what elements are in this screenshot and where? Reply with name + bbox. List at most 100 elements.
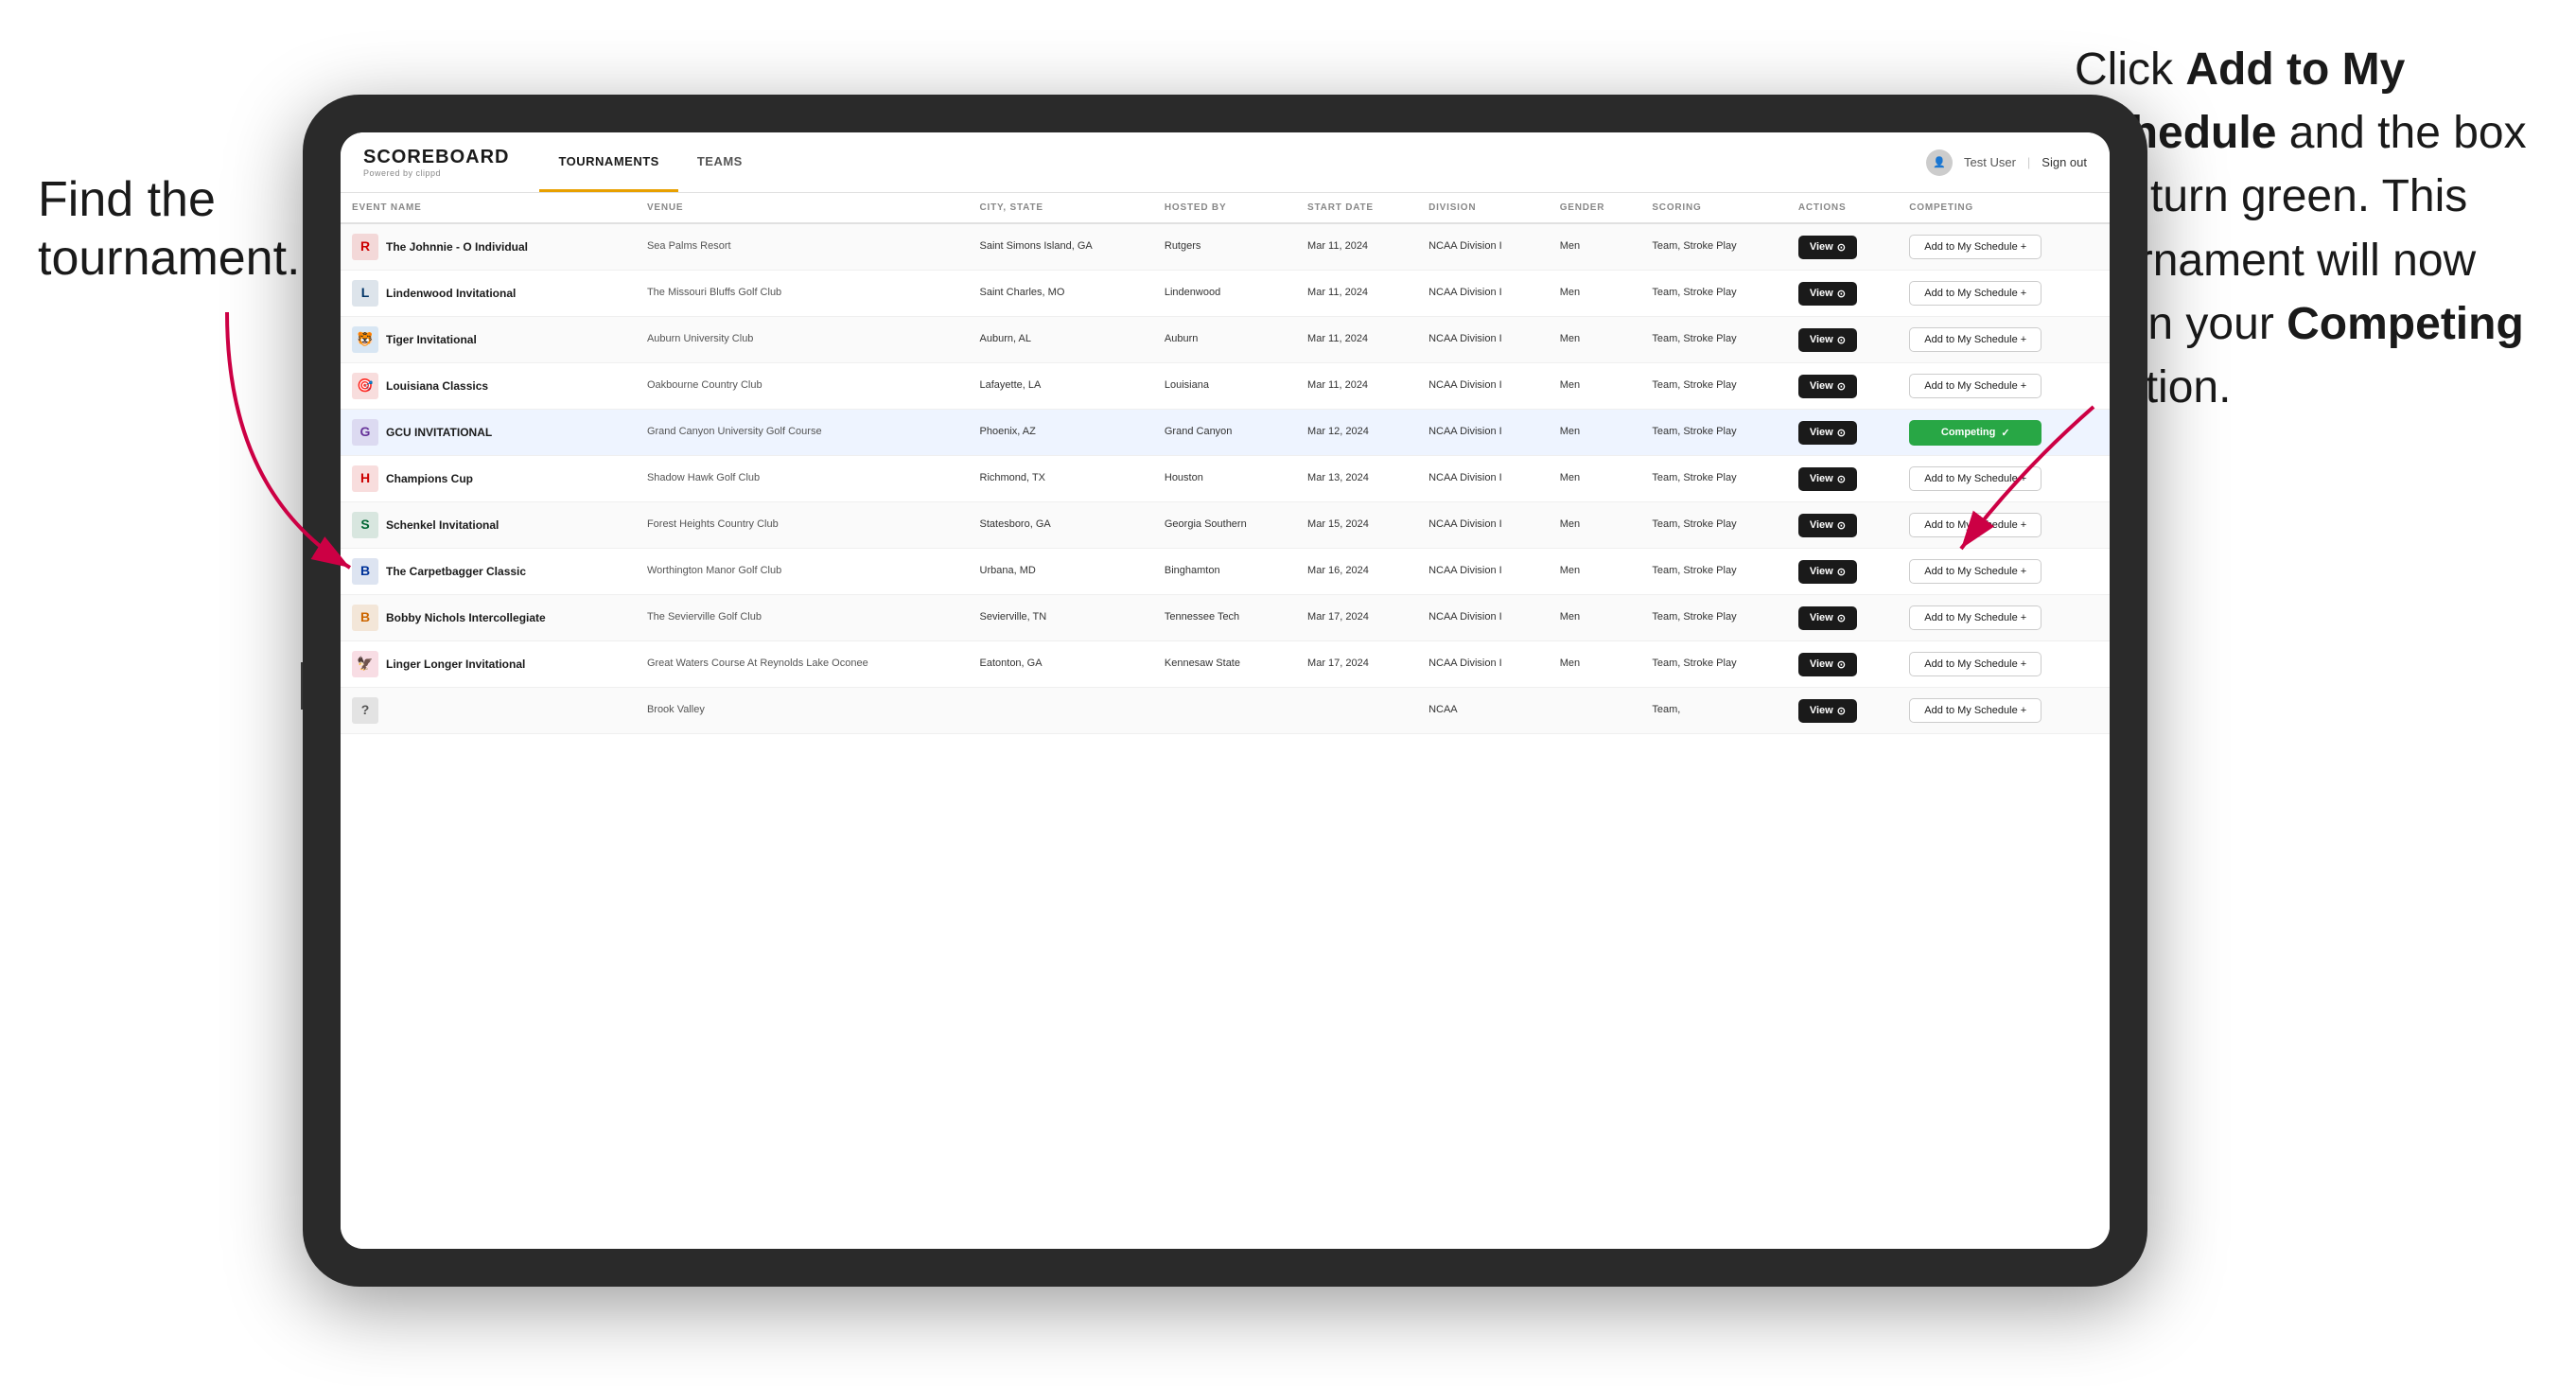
event-name-text: Lindenwood Invitational xyxy=(386,286,516,302)
col-venue: VENUE xyxy=(636,193,969,223)
cell-hosted: Binghamton xyxy=(1153,549,1296,595)
team-logo: R xyxy=(352,234,378,260)
cell-gender: Men xyxy=(1549,502,1641,549)
eye-icon xyxy=(1837,380,1846,393)
cell-gender: Men xyxy=(1549,549,1641,595)
table-row: B The Carpetbagger Classic Worthington M… xyxy=(341,549,2110,595)
col-division: DIVISION xyxy=(1417,193,1549,223)
cell-competing: Add to My Schedule + xyxy=(1898,317,2110,363)
cell-division: NCAA xyxy=(1417,688,1549,734)
cell-scoring: Team, Stroke Play xyxy=(1640,502,1786,549)
cell-venue: Forest Heights Country Club xyxy=(636,502,969,549)
col-event-name: EVENT NAME xyxy=(341,193,636,223)
cell-city: Saint Simons Island, GA xyxy=(969,223,1153,271)
cell-actions: View xyxy=(1787,223,1898,271)
tab-teams[interactable]: TEAMS xyxy=(678,132,762,192)
cell-event-name: R The Johnnie - O Individual xyxy=(341,223,636,271)
cell-venue: Sea Palms Resort xyxy=(636,223,969,271)
add-to-schedule-button[interactable]: Add to My Schedule + xyxy=(1909,235,2042,259)
view-button[interactable]: View xyxy=(1798,236,1857,259)
event-name-text: Tiger Invitational xyxy=(386,332,477,348)
view-button[interactable]: View xyxy=(1798,375,1857,398)
event-name-text: Champions Cup xyxy=(386,471,473,487)
view-button[interactable]: View xyxy=(1798,467,1857,491)
cell-city: Eatonton, GA xyxy=(969,641,1153,688)
table-row: B Bobby Nichols Intercollegiate The Sevi… xyxy=(341,595,2110,641)
signout-link[interactable]: Sign out xyxy=(2042,155,2087,169)
view-button[interactable]: View xyxy=(1798,606,1857,630)
view-button[interactable]: View xyxy=(1798,328,1857,352)
cell-city: Richmond, TX xyxy=(969,456,1153,502)
arrow-right xyxy=(1923,397,2112,587)
event-name-text: The Johnnie - O Individual xyxy=(386,239,528,255)
cell-event-name: 🦅 Linger Longer Invitational xyxy=(341,641,636,688)
team-logo: B xyxy=(352,605,378,631)
cell-division: NCAA Division I xyxy=(1417,456,1549,502)
user-avatar: 👤 xyxy=(1926,149,1953,176)
tablet-screen: SCOREBOARD Powered by clippd TOURNAMENTS… xyxy=(341,132,2110,1249)
cell-venue: The Missouri Bluffs Golf Club xyxy=(636,271,969,317)
eye-icon xyxy=(1837,241,1846,254)
cell-city: Phoenix, AZ xyxy=(969,410,1153,456)
col-hosted-by: HOSTED BY xyxy=(1153,193,1296,223)
view-button[interactable]: View xyxy=(1798,653,1857,676)
event-name-text: Linger Longer Invitational xyxy=(386,657,525,673)
table-row: S Schenkel Invitational Forest Heights C… xyxy=(341,502,2110,549)
cell-city: Lafayette, LA xyxy=(969,363,1153,410)
cell-actions: View xyxy=(1787,410,1898,456)
cell-hosted: Tennessee Tech xyxy=(1153,595,1296,641)
arrow-left xyxy=(208,303,378,587)
table-row: ? Brook ValleyNCAATeam,View Add to My Sc… xyxy=(341,688,2110,734)
cell-division: NCAA Division I xyxy=(1417,595,1549,641)
tournaments-table: EVENT NAME VENUE CITY, STATE HOSTED BY S… xyxy=(341,193,2110,734)
cell-scoring: Team, Stroke Play xyxy=(1640,410,1786,456)
cell-gender: Men xyxy=(1549,223,1641,271)
event-name-text: Bobby Nichols Intercollegiate xyxy=(386,610,546,626)
cell-date: Mar 12, 2024 xyxy=(1296,410,1417,456)
view-button[interactable]: View xyxy=(1798,421,1857,445)
add-to-schedule-button[interactable]: Add to My Schedule + xyxy=(1909,605,2042,630)
tab-tournaments[interactable]: TOURNAMENTS xyxy=(539,132,677,192)
view-button[interactable]: View xyxy=(1798,514,1857,537)
cell-competing: Add to My Schedule + xyxy=(1898,223,2110,271)
col-actions: ACTIONS xyxy=(1787,193,1898,223)
add-to-schedule-button[interactable]: Add to My Schedule + xyxy=(1909,327,2042,352)
cell-date xyxy=(1296,688,1417,734)
cell-date: Mar 11, 2024 xyxy=(1296,223,1417,271)
nav-tabs: TOURNAMENTS TEAMS xyxy=(539,132,761,192)
view-button[interactable]: View xyxy=(1798,282,1857,306)
event-name-text: The Carpetbagger Classic xyxy=(386,564,526,580)
add-to-schedule-button[interactable]: Add to My Schedule + xyxy=(1909,698,2042,723)
cell-event-name: 🎯 Louisiana Classics xyxy=(341,363,636,410)
table-header-row: EVENT NAME VENUE CITY, STATE HOSTED BY S… xyxy=(341,193,2110,223)
cell-actions: View xyxy=(1787,456,1898,502)
cell-event-name: L Lindenwood Invitational xyxy=(341,271,636,317)
add-to-schedule-button[interactable]: Add to My Schedule + xyxy=(1909,652,2042,676)
add-to-schedule-button[interactable]: Add to My Schedule + xyxy=(1909,281,2042,306)
cell-date: Mar 16, 2024 xyxy=(1296,549,1417,595)
cell-event-name: S Schenkel Invitational xyxy=(341,502,636,549)
cell-event-name: 🐯 Tiger Invitational xyxy=(341,317,636,363)
cell-division: NCAA Division I xyxy=(1417,641,1549,688)
cell-competing: Add to My Schedule + xyxy=(1898,641,2110,688)
cell-scoring: Team, Stroke Play xyxy=(1640,549,1786,595)
view-button[interactable]: View xyxy=(1798,560,1857,584)
cell-hosted: Georgia Southern xyxy=(1153,502,1296,549)
eye-icon xyxy=(1837,427,1846,439)
eye-icon xyxy=(1837,612,1846,624)
table-row: L Lindenwood Invitational The Missouri B… xyxy=(341,271,2110,317)
cell-division: NCAA Division I xyxy=(1417,223,1549,271)
cell-hosted: Houston xyxy=(1153,456,1296,502)
cell-scoring: Team, Stroke Play xyxy=(1640,317,1786,363)
cell-venue: Shadow Hawk Golf Club xyxy=(636,456,969,502)
cell-hosted: Grand Canyon xyxy=(1153,410,1296,456)
cell-gender: Men xyxy=(1549,595,1641,641)
cell-gender xyxy=(1549,688,1641,734)
view-button[interactable]: View xyxy=(1798,699,1857,723)
cell-city: Saint Charles, MO xyxy=(969,271,1153,317)
cell-gender: Men xyxy=(1549,363,1641,410)
cell-competing: Add to My Schedule + xyxy=(1898,271,2110,317)
add-to-schedule-button[interactable]: Add to My Schedule + xyxy=(1909,374,2042,398)
cell-gender: Men xyxy=(1549,456,1641,502)
tablet-frame: SCOREBOARD Powered by clippd TOURNAMENTS… xyxy=(303,95,2147,1287)
